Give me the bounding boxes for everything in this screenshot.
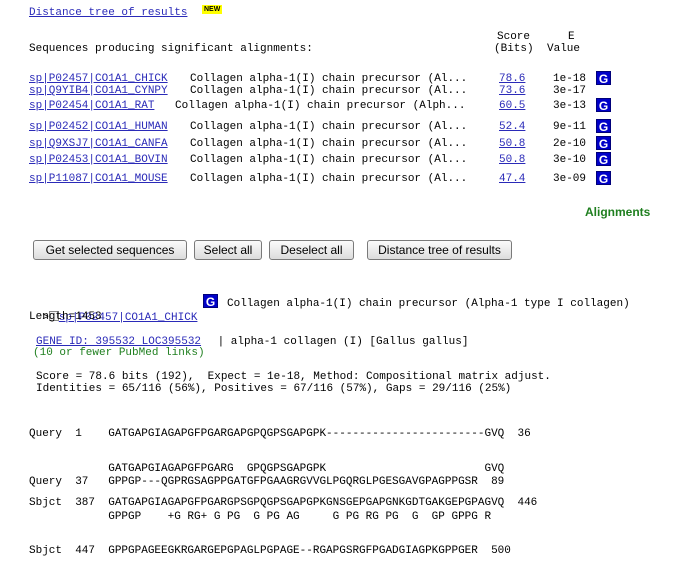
gene-icon[interactable]: G — [596, 171, 611, 186]
hit-score-link[interactable]: 50.8 — [499, 153, 525, 167]
gene-icon[interactable]: G — [596, 152, 611, 167]
match-line: GPPGP +G RG+ G PG G PG AG G PG RG PG G G… — [29, 510, 492, 523]
new-badge: NEW — [202, 5, 223, 14]
hit-score-link[interactable]: 47.4 — [499, 172, 525, 186]
hit-evalue: 9e-11 — [553, 121, 587, 133]
hit-description: Collagen alpha-1(I) chain precursor (Al.… — [190, 173, 468, 185]
hit-score-link[interactable]: 60.5 — [499, 99, 525, 113]
evalue-header: E — [568, 31, 575, 43]
sequence-length: Length=1453 — [29, 311, 102, 323]
gene-icon[interactable]: G — [596, 136, 611, 151]
hit-evalue: 3e-17 — [553, 85, 587, 97]
sbjct-line: Sbjct 447 GPPGPAGEEGKRGARGEPGPAGLPGPAGE-… — [29, 545, 511, 557]
score-header: Score — [497, 31, 531, 43]
hit-evalue: 3e-13 — [553, 100, 587, 112]
hit-accession-link[interactable]: sp|Q9YIB4|CO1A1_CYNPY — [29, 84, 168, 98]
select-all-button[interactable]: Select all — [194, 240, 262, 260]
hit-accession-link[interactable]: sp|P11087|CO1A1_MOUSE — [29, 172, 168, 186]
pubmed-note: (10 or fewer PubMed links) — [33, 347, 205, 359]
hit-description: Collagen alpha-1(I) chain precursor (Al.… — [190, 121, 468, 133]
alignment-identities-line: Identities = 65/116 (56%), Positives = 6… — [36, 383, 512, 395]
gene-icon[interactable]: G — [203, 294, 218, 309]
hit-score-link[interactable]: 52.4 — [499, 120, 525, 134]
distance-tree-button[interactable]: Distance tree of results — [367, 240, 512, 260]
get-selected-sequences-button[interactable]: Get selected sequences — [33, 240, 187, 260]
hit-description: Collagen alpha-1(I) chain precursor (Al.… — [190, 85, 468, 97]
score-units: (Bits) — [494, 43, 534, 55]
gene-icon[interactable]: G — [596, 119, 611, 134]
gene-icon[interactable]: G — [596, 98, 611, 113]
hit-accession-link[interactable]: sp|P02454|CO1A1_RAT — [29, 99, 154, 113]
hit-evalue: 3e-09 — [553, 173, 587, 185]
query-line: Query 37 GPPGP---QGPRGSAGPPGATGFPGAAGRGV… — [29, 476, 505, 488]
evalue-subheader: Value — [547, 43, 581, 55]
hit-accession-link[interactable]: sp|Q9XSJ7|CO1A1_CANFA — [29, 137, 168, 151]
alignments-heading: Alignments — [585, 205, 651, 219]
hit-accession-link[interactable]: sp|P02453|CO1A1_BOVIN — [29, 153, 168, 167]
hit-evalue: 2e-10 — [553, 138, 587, 150]
hit-description: Collagen alpha-1(I) chain precursor (Alp… — [175, 100, 466, 112]
hit-score-link[interactable]: 50.8 — [499, 137, 525, 151]
hit-score-link[interactable]: 73.6 — [499, 84, 525, 98]
sequences-heading: Sequences producing significant alignmen… — [29, 43, 313, 55]
hit-description: Collagen alpha-1(I) chain precursor (Al.… — [190, 138, 468, 150]
hit-description: Collagen alpha-1(I) chain precursor (Al.… — [190, 154, 468, 166]
query-line: Query 1 GATGAPGIAGAPGFPGARGAPGPQGPSGAPGP… — [29, 428, 531, 440]
alignment-block-2: Query 37 GPPGP---QGPRGSAGPPGATGFPGAAGRGV… — [29, 454, 511, 569]
alignment-score-line: Score = 78.6 bits (192), Expect = 1e-18,… — [36, 371, 551, 383]
detail-title: Collagen alpha-1(I) chain precursor (Alp… — [227, 298, 630, 310]
gene-description: | alpha-1 collagen (I) [Gallus gallus] — [211, 336, 469, 348]
gene-icon[interactable]: G — [596, 71, 611, 86]
hit-evalue: 3e-10 — [553, 154, 587, 166]
deselect-all-button[interactable]: Deselect all — [269, 240, 354, 260]
hit-accession-link[interactable]: sp|P02452|CO1A1_HUMAN — [29, 120, 168, 134]
distance-tree-link[interactable]: Distance tree of results — [29, 7, 187, 19]
